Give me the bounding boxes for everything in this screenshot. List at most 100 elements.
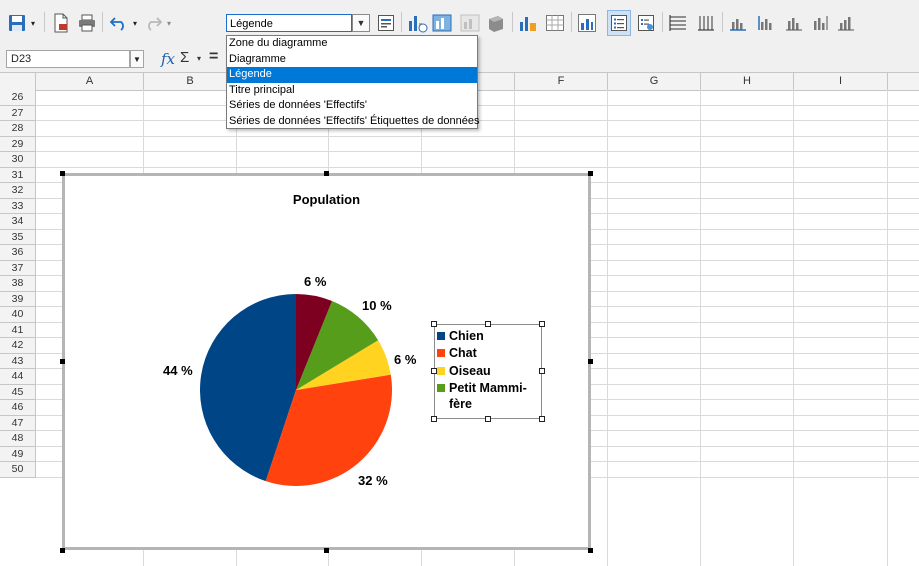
data-label-oiseau[interactable]: 6 %	[394, 352, 416, 367]
dropdown-option-data-labels[interactable]: Séries de données 'Effectifs' Étiquettes…	[227, 114, 479, 130]
column-header-i[interactable]: I	[794, 73, 888, 90]
chart-element-dropdown-list: Zone du diagramme Diagramme Légende Titr…	[226, 35, 479, 130]
column-header-g[interactable]: G	[608, 73, 701, 90]
print-icon[interactable]	[76, 10, 98, 36]
row-header[interactable]: 46	[0, 400, 36, 416]
legend-on-off-icon[interactable]	[607, 10, 631, 36]
dropdown-option-main-title[interactable]: Titre principal	[227, 83, 477, 99]
select-all-corner[interactable]	[0, 73, 36, 90]
row-header[interactable]: 27	[0, 105, 36, 121]
legend-selection-handle[interactable]	[431, 416, 437, 422]
selection-handle[interactable]	[324, 171, 329, 176]
row-header[interactable]: 49	[0, 446, 36, 462]
name-box[interactable]: D23	[6, 50, 130, 68]
row-header[interactable]: 47	[0, 415, 36, 431]
selection-handle[interactable]	[588, 171, 593, 176]
legend-item-chat[interactable]: Chat	[437, 346, 477, 361]
dropdown-option-data-series[interactable]: Séries de données 'Effectifs'	[227, 98, 477, 114]
chart-area-icon[interactable]	[458, 10, 482, 36]
legend-selection-handle[interactable]	[539, 416, 545, 422]
insert-titles-icon[interactable]	[575, 10, 599, 36]
insert-legend-icon[interactable]	[634, 10, 658, 36]
column-header-b[interactable]: B	[144, 73, 237, 90]
vertical-grids-icon[interactable]	[694, 10, 718, 36]
row-header[interactable]: 31	[0, 167, 36, 183]
formula-icon[interactable]: =	[209, 48, 218, 66]
legend-selection-handle[interactable]	[539, 368, 545, 374]
data-label-petit-mammifere[interactable]: 10 %	[362, 298, 392, 313]
row-header[interactable]: 40	[0, 307, 36, 323]
row-header[interactable]: 42	[0, 338, 36, 354]
legend-item-petit-mammifere[interactable]: Petit Mammi-	[437, 381, 527, 396]
save-icon[interactable]	[6, 10, 28, 36]
row-header[interactable]: 30	[0, 152, 36, 168]
data-label-autre[interactable]: 6 %	[304, 274, 326, 289]
chevron-down-icon: ▼	[356, 18, 366, 28]
sum-icon[interactable]: Σ	[180, 49, 189, 66]
legend-item-chien[interactable]: Chien	[437, 329, 484, 344]
legend-item-wrap: fère	[449, 397, 472, 412]
chart-element-select[interactable]: Légende	[226, 14, 352, 32]
chart-title[interactable]: Population	[62, 192, 591, 207]
row-header[interactable]: 45	[0, 384, 36, 400]
horizontal-grids-icon[interactable]	[666, 10, 690, 36]
legend-selection-handle[interactable]	[485, 321, 491, 327]
column-header-f[interactable]: F	[515, 73, 608, 90]
row-header[interactable]: 36	[0, 245, 36, 261]
dropdown-option-legend[interactable]: Légende	[227, 67, 477, 83]
function-wizard-icon[interactable]: fx	[161, 50, 175, 68]
row-header[interactable]: 28	[0, 121, 36, 137]
row-header[interactable]: 50	[0, 462, 36, 478]
sum-dropdown-icon[interactable]: ▾	[197, 54, 201, 63]
data-table-icon[interactable]	[543, 10, 567, 36]
row-header[interactable]: 34	[0, 214, 36, 230]
secondary-y-axis-icon[interactable]	[808, 10, 832, 36]
row-header[interactable]: 39	[0, 291, 36, 307]
redo-dropdown-icon[interactable]: ▾	[164, 10, 174, 36]
row-header[interactable]: 26	[0, 90, 36, 106]
undo-icon[interactable]	[108, 10, 130, 36]
row-header[interactable]: 48	[0, 431, 36, 447]
data-label-chien[interactable]: 44 %	[163, 363, 193, 378]
x-axis-icon[interactable]	[726, 10, 750, 36]
format-selection-icon[interactable]	[375, 10, 397, 36]
legend-selection-handle[interactable]	[431, 321, 437, 327]
dropdown-option-chart-area[interactable]: Zone du diagramme	[227, 36, 477, 52]
secondary-x-axis-icon[interactable]	[782, 10, 806, 36]
export-pdf-icon[interactable]	[50, 10, 72, 36]
row-header[interactable]: 38	[0, 276, 36, 292]
row-header[interactable]: 35	[0, 229, 36, 245]
3d-view-icon[interactable]	[484, 10, 508, 36]
chart-wall-icon[interactable]	[430, 10, 454, 36]
chart-type-icon[interactable]	[405, 10, 429, 36]
selection-handle[interactable]	[60, 548, 65, 553]
column-header-h[interactable]: H	[701, 73, 794, 90]
name-box-dropdown[interactable]: ▼	[130, 50, 144, 68]
y-axis-icon[interactable]	[754, 10, 778, 36]
chart-element-dropdown-button[interactable]: ▼	[352, 14, 370, 32]
selection-handle[interactable]	[588, 548, 593, 553]
dropdown-option-chart[interactable]: Diagramme	[227, 52, 477, 68]
data-label-chat[interactable]: 32 %	[358, 473, 388, 488]
save-dropdown-icon[interactable]: ▾	[28, 10, 38, 36]
legend-selection-handle[interactable]	[485, 416, 491, 422]
row-header[interactable]: 44	[0, 369, 36, 385]
undo-dropdown-icon[interactable]: ▾	[130, 10, 140, 36]
redo-icon[interactable]	[142, 10, 164, 36]
row-header[interactable]: 43	[0, 353, 36, 369]
axis-titles-icon[interactable]	[834, 10, 858, 36]
row-header[interactable]: 37	[0, 260, 36, 276]
data-ranges-icon[interactable]	[516, 10, 540, 36]
legend-selection-handle[interactable]	[539, 321, 545, 327]
column-header-a[interactable]: A	[36, 73, 144, 90]
column-header-j[interactable]	[888, 73, 919, 90]
selection-handle[interactable]	[60, 171, 65, 176]
row-header[interactable]: 32	[0, 183, 36, 199]
row-header[interactable]: 41	[0, 322, 36, 338]
row-header[interactable]: 29	[0, 136, 36, 152]
row-header[interactable]: 33	[0, 198, 36, 214]
selection-handle[interactable]	[60, 359, 65, 364]
selection-handle[interactable]	[588, 359, 593, 364]
legend-item-oiseau[interactable]: Oiseau	[437, 364, 491, 379]
selection-handle[interactable]	[324, 548, 329, 553]
